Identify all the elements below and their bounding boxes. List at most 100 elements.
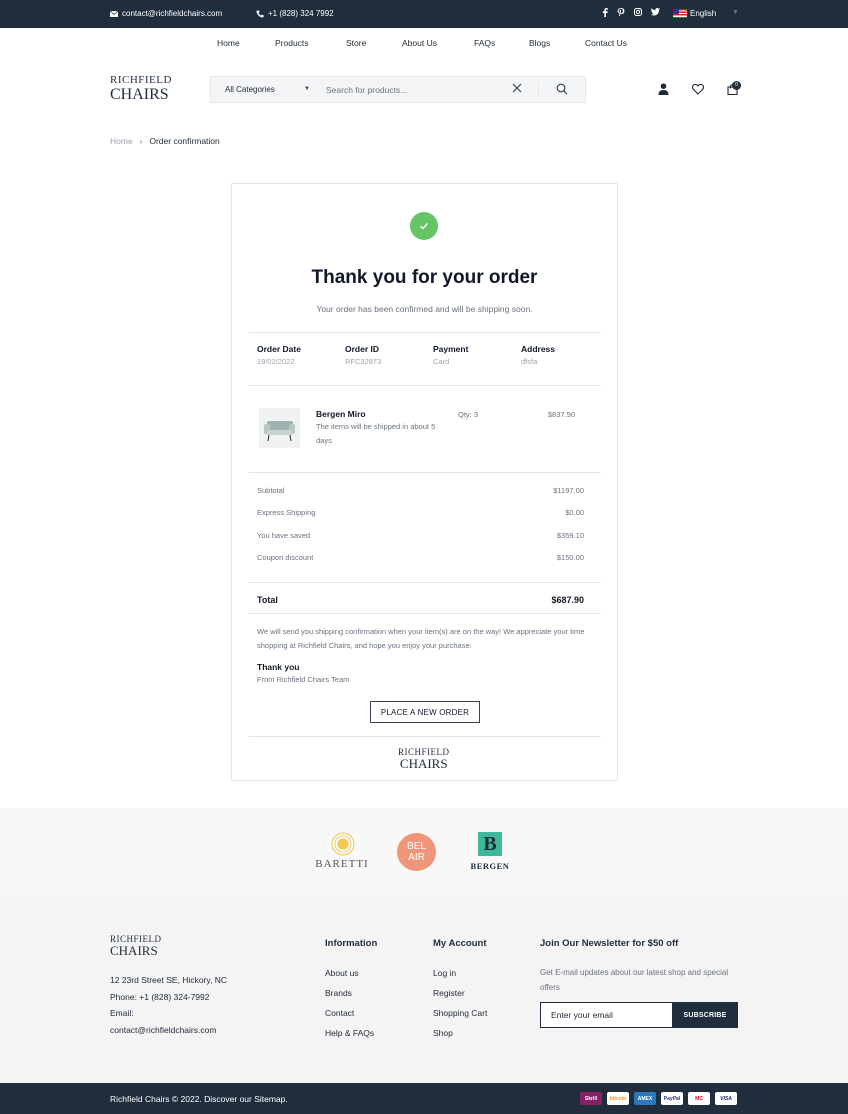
amex-icon: AMEX xyxy=(634,1092,656,1105)
divider xyxy=(249,582,601,583)
bottom-bar: Richfield Chairs © 2022. Discover our Si… xyxy=(0,1083,848,1114)
product-name[interactable]: Bergen Miro xyxy=(316,409,366,419)
envelope-icon xyxy=(110,10,118,17)
footer-phone: Phone: +1 (828) 324-7992 xyxy=(110,992,210,1002)
nav-item-contact-us[interactable]: Contact Us xyxy=(585,38,627,48)
product-image[interactable] xyxy=(259,408,300,448)
breadcrumb-current: Order confirmation xyxy=(149,136,220,146)
nav-item-store[interactable]: Store xyxy=(346,38,366,48)
language-selector[interactable]: English xyxy=(673,9,716,18)
footer-heading-information: Information xyxy=(325,938,378,949)
user-icon[interactable] xyxy=(658,83,669,95)
payment-methods: Skrill bitcoin AMEX PayPal MC VISA xyxy=(580,1092,737,1105)
phone-icon xyxy=(256,10,264,18)
top-bar: contact@richfieldchairs.com +1 (828) 324… xyxy=(0,0,848,28)
meta-label: Order ID xyxy=(345,344,380,354)
skrill-icon: Skrill xyxy=(580,1092,602,1105)
close-icon[interactable] xyxy=(511,82,523,94)
brand-logo-bel-air[interactable]: BEL AIR xyxy=(397,833,436,871)
footer-logo[interactable]: RICHFIELD CHAIRS xyxy=(110,935,162,958)
chevron-down-icon[interactable]: ▼ xyxy=(732,9,739,16)
divider xyxy=(249,472,601,473)
social-links xyxy=(602,8,660,17)
footer-link-about-us[interactable]: About us xyxy=(325,968,359,978)
chevron-right-icon: › xyxy=(139,136,143,146)
total-label: Total xyxy=(257,595,278,605)
summary-row-shipping: Express Shipping $0.00 xyxy=(257,508,584,517)
thanks-signature: From Richfield Chairs Team xyxy=(257,675,350,684)
logo-line1: RICHFIELD xyxy=(110,74,172,86)
divider xyxy=(249,613,601,614)
brand-mark: B xyxy=(478,832,502,856)
footer-email[interactable]: contact@richfieldchairs.com xyxy=(110,1025,216,1035)
footer-link-shop[interactable]: Shop xyxy=(433,1028,453,1038)
summary-value: $150.00 xyxy=(556,553,584,562)
nav-item-blogs[interactable]: Blogs xyxy=(529,38,550,48)
footer-link-brands[interactable]: Brands xyxy=(325,988,352,998)
subscribe-button[interactable]: SUBSCRIBE xyxy=(672,1003,738,1027)
footer-link-register[interactable]: Register xyxy=(433,988,465,998)
summary-row-subtotal: Subtotal $1197.00 xyxy=(257,486,584,495)
meta-value: 19/02/2022 xyxy=(257,357,295,366)
twitter-icon[interactable] xyxy=(651,8,660,16)
search-input[interactable]: Search for products... xyxy=(326,85,407,95)
summary-value: $0.00 xyxy=(565,508,584,517)
footer-link-help-faqs[interactable]: Help & FAQs xyxy=(325,1028,374,1038)
meta-order-id: Order ID RFC32873 xyxy=(345,344,381,366)
cart-count-badge: 0 xyxy=(732,81,741,90)
logo-line2: CHAIRS xyxy=(110,86,169,103)
visa-icon: VISA xyxy=(715,1092,737,1105)
footer-email-label: Email: xyxy=(110,1008,134,1018)
footer-link-contact[interactable]: Contact xyxy=(325,1008,354,1018)
divider xyxy=(249,332,601,333)
category-select[interactable]: All Categories xyxy=(225,85,275,94)
search-divider xyxy=(538,83,539,97)
pinterest-icon[interactable] xyxy=(617,8,625,17)
caret-down-icon[interactable]: ▼ xyxy=(304,86,310,92)
mastercard-icon: MC xyxy=(688,1092,710,1105)
breadcrumb-home[interactable]: Home xyxy=(110,136,133,146)
main-nav: Home Products Store About Us FAQs Blogs … xyxy=(0,38,848,50)
summary-row-saved: You have saved $359.10 xyxy=(257,531,584,540)
facebook-icon[interactable] xyxy=(602,8,608,17)
summary-value: $359.10 xyxy=(556,531,584,540)
newsletter-form: SUBSCRIBE xyxy=(540,1002,738,1028)
footer-link-log-in[interactable]: Log in xyxy=(433,968,456,978)
card-logo: RICHFIELD CHAIRS xyxy=(398,748,450,771)
product-price: $837.90 xyxy=(547,410,575,419)
confirmation-subtitle: Your order has been confirmed and will b… xyxy=(316,304,533,314)
heart-icon[interactable] xyxy=(692,84,704,95)
nav-item-products[interactable]: Products xyxy=(275,38,309,48)
meta-address: Address dfsfa xyxy=(521,344,555,366)
instagram-icon[interactable] xyxy=(634,8,642,16)
nav-item-home[interactable]: Home xyxy=(217,38,240,48)
topbar-phone[interactable]: +1 (828) 324 7992 xyxy=(256,9,334,18)
product-qty: Qty: 3 xyxy=(458,410,479,419)
total-value: $687.90 xyxy=(551,595,584,605)
search-icon[interactable] xyxy=(556,83,568,95)
summary-value: $1197.00 xyxy=(553,486,584,495)
brand-name: BARETTI xyxy=(315,858,369,870)
nav-item-faqs[interactable]: FAQs xyxy=(474,38,495,48)
breadcrumb: Home › Order confirmation xyxy=(110,136,220,146)
footer-address: 12 23rd Street SE, Hickory, NC xyxy=(110,975,227,985)
nav-item-about-us[interactable]: About Us xyxy=(402,38,437,48)
summary-label: Express Shipping xyxy=(257,508,316,517)
summary-row-coupon: Coupon discount $150.00 xyxy=(257,553,584,562)
footer-link-shopping-cart[interactable]: Shopping Cart xyxy=(433,1008,487,1018)
order-total-row: Total $687.90 xyxy=(257,595,584,605)
logo-line2: CHAIRS xyxy=(110,943,158,958)
topbar-email[interactable]: contact@richfieldchairs.com xyxy=(110,9,222,18)
summary-label: You have saved xyxy=(257,531,311,540)
site-logo[interactable]: RICHFIELD CHAIRS xyxy=(110,75,172,103)
brand-logo-baretti[interactable]: BARETTI xyxy=(313,832,371,872)
place-new-order-button[interactable]: PLACE A NEW ORDER xyxy=(370,701,480,723)
summary-label: Subtotal xyxy=(257,486,285,495)
logo-line2: CHAIRS xyxy=(399,756,448,771)
brand-name: BERGEN xyxy=(470,861,510,871)
meta-value: dfsfa xyxy=(521,357,538,366)
brand-logo-bergen[interactable]: B BERGEN xyxy=(461,832,519,872)
divider xyxy=(249,385,601,386)
newsletter-email-input[interactable] xyxy=(541,1003,672,1027)
bitcoin-icon: bitcoin xyxy=(607,1092,629,1105)
